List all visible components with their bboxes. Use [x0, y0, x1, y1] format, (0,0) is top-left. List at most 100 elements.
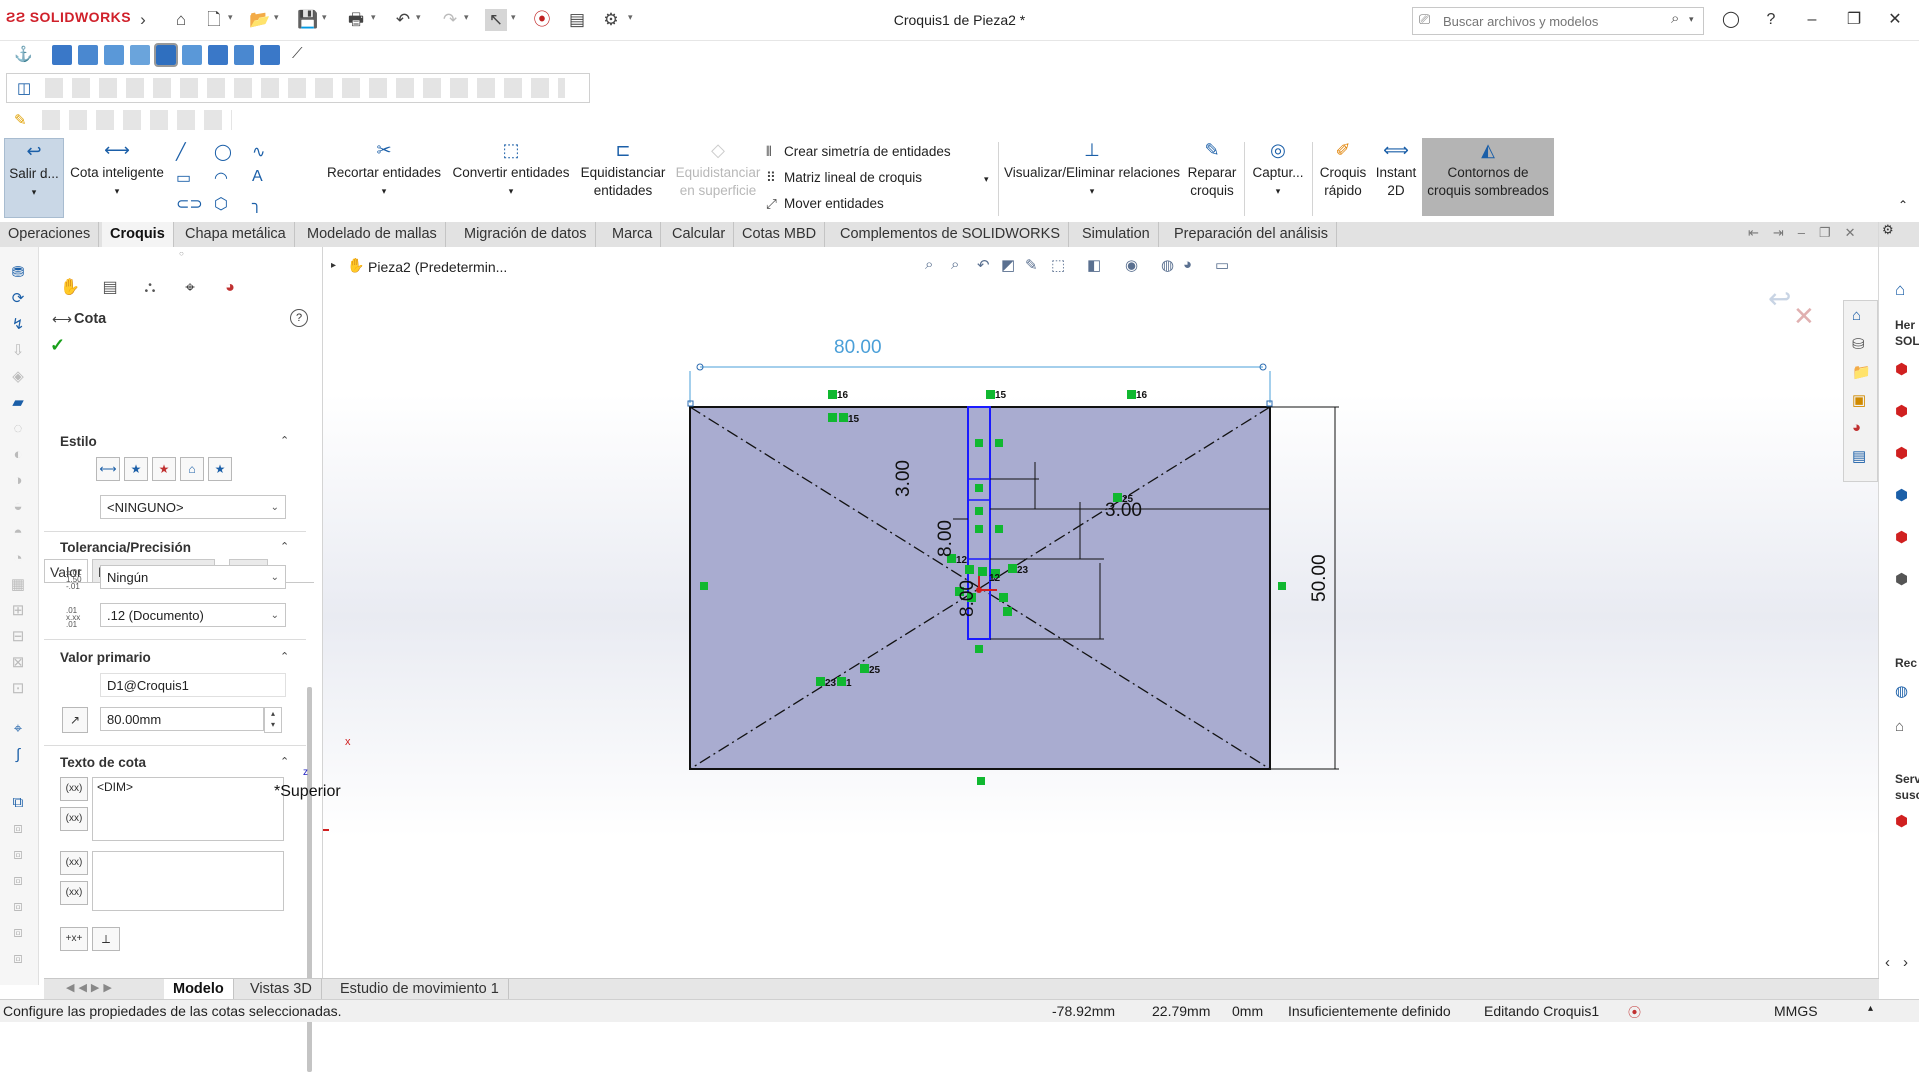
slot-icon[interactable]: ⊂⊃ — [176, 194, 203, 214]
convert-dropdown-icon[interactable]: ▾ — [448, 182, 574, 200]
panel-grip-icon[interactable]: ○ — [179, 249, 184, 258]
shell-icon[interactable]: ⊡ — [7, 679, 29, 699]
reference-geometry-icon[interactable]: ⌖ — [7, 719, 29, 739]
select-dropdown-icon[interactable]: ▾ — [511, 12, 516, 23]
tab-migracion-datos[interactable]: Migración de datos — [456, 222, 596, 247]
dimxpert-icon[interactable]: ⌖ — [174, 277, 206, 301]
tolerance-collapse-icon[interactable]: ⌃ — [280, 540, 289, 553]
file-explorer-icon[interactable]: 📁 — [1852, 363, 1871, 381]
tab-vistas-3d[interactable]: Vistas 3D — [241, 979, 322, 1000]
search-dropdown-icon[interactable]: ▾ — [1689, 14, 1694, 25]
subscription-icon[interactable]: ⬢ — [1895, 812, 1908, 830]
wrap-icon[interactable]: ⊟ — [7, 627, 29, 647]
help-icon[interactable]: ? — [1756, 8, 1786, 32]
search-icon[interactable]: ⌕ — [1671, 10, 1679, 27]
linear-pattern-button[interactable]: ⠿ Matriz lineal de croquis — [766, 170, 922, 186]
extra-tool-2-icon[interactable]: ⧈ — [7, 845, 29, 865]
smart-dimension-button[interactable]: ⟷ Cota inteligente ▾ — [66, 138, 168, 200]
panel-next-icon[interactable]: › — [1903, 954, 1908, 971]
polygon-icon[interactable]: ⬡ — [214, 194, 228, 214]
capture-dropdown-icon[interactable]: ▾ — [1248, 182, 1308, 200]
text-icon[interactable]: A — [252, 168, 263, 186]
file-properties-icon[interactable]: ▤ — [566, 9, 588, 31]
trim-entities-button[interactable]: ✂ Recortar entidades ▾ — [320, 138, 448, 200]
extruded-cut-icon[interactable]: ▰ — [7, 393, 29, 413]
left-view-icon[interactable] — [104, 45, 124, 65]
dimension-name-field[interactable]: D1@Croquis1 — [100, 673, 286, 697]
extra-tool-5-icon[interactable]: ⧈ — [7, 923, 29, 943]
resource-6-icon[interactable]: ⬢ — [1895, 570, 1908, 588]
undo-dropdown-icon[interactable]: ▾ — [416, 12, 421, 23]
offset-surface-button[interactable]: ◇ Equidistanciar en superficie — [672, 138, 764, 200]
extrude-icon[interactable]: ⛃ — [7, 263, 29, 283]
new-document-icon[interactable]: 🗋 — [203, 9, 225, 31]
add-style-icon[interactable]: ★ — [124, 457, 148, 481]
graphics-area[interactable]: ▸ ✋ Pieza2 (Predetermin... ⌕ ⌕ ↶ ◩ ✎ ⬚ ◧… — [274, 247, 1878, 985]
load-style-icon[interactable]: ★ — [208, 457, 232, 481]
right-view-icon[interactable] — [130, 45, 150, 65]
dimension-value-field[interactable]: 80.00mm — [100, 707, 264, 731]
instant-2d-button[interactable]: ⟺ Instant 2D — [1372, 138, 1420, 200]
style-collapse-icon[interactable]: ⌃ — [280, 434, 289, 447]
save-icon[interactable]: 💾 — [297, 9, 319, 31]
normal-to-icon[interactable]: ⟋ — [292, 45, 312, 65]
resource-2-icon[interactable]: ⬢ — [1895, 402, 1908, 420]
boss-extrude-icon[interactable]: ◫ — [17, 79, 31, 97]
tolerance-type-select[interactable]: Ningún ⌄ — [100, 565, 286, 589]
boundary-cut-icon[interactable]: ◓ — [7, 523, 29, 543]
justify-icon[interactable]: +x+ — [60, 927, 88, 951]
save-dropdown-icon[interactable]: ▾ — [322, 12, 327, 23]
line-icon[interactable]: ╱ — [176, 142, 186, 162]
tab-modelado-mallas[interactable]: Modelado de mallas — [299, 222, 446, 247]
sketch-tools-icon[interactable]: ✎ — [14, 111, 27, 129]
rebuild-icon[interactable]: ⦿ — [531, 9, 553, 31]
tab-chapa-metalica[interactable]: Chapa metálica — [177, 222, 295, 247]
apply-default-style-icon[interactable]: ⟷ — [96, 457, 120, 481]
user-account-icon[interactable]: ◯ — [1716, 8, 1746, 32]
select-pointer-icon[interactable]: ↖ — [485, 9, 507, 31]
draft-icon[interactable]: ⊠ — [7, 653, 29, 673]
community-icon[interactable]: ⌂ — [1895, 718, 1904, 735]
extra-tool-6-icon[interactable]: ⧈ — [7, 949, 29, 969]
dim-text-collapse-icon[interactable]: ⌃ — [280, 755, 289, 768]
redo-dropdown-icon[interactable]: ▾ — [464, 12, 469, 23]
value-spinner[interactable]: ▴ ▾ — [264, 707, 282, 733]
hole-icon[interactable]: ◌ — [7, 419, 29, 439]
tab-croquis[interactable]: Croquis — [102, 222, 174, 247]
rib-icon[interactable]: ⊞ — [7, 601, 29, 621]
new-dropdown-icon[interactable]: ▾ — [228, 12, 233, 23]
instant3d-icon[interactable]: ⧉ — [7, 793, 29, 813]
restore-icon[interactable]: ❐ — [1839, 8, 1869, 32]
bottom-view-icon[interactable] — [182, 45, 202, 65]
resource-1-icon[interactable]: ⬢ — [1895, 360, 1908, 378]
tab-scroll-icons[interactable]: ◀◀▶▶ — [66, 981, 116, 994]
options-dropdown-icon[interactable]: ▾ — [628, 12, 633, 23]
home-icon[interactable]: ⌂ — [170, 9, 192, 31]
panel-prev-icon[interactable]: ‹ — [1885, 954, 1890, 971]
options-gear-icon[interactable]: ⚙ — [600, 9, 622, 31]
search-box[interactable]: ⎚ ⌕ ▾ — [1412, 7, 1704, 35]
configuration-manager-icon[interactable]: ⛬ — [134, 277, 166, 301]
text-option-1-icon[interactable]: (xx) — [60, 851, 88, 875]
delete-style-icon[interactable]: ★ — [152, 457, 176, 481]
feature-manager-icon[interactable]: ✋ — [54, 277, 86, 301]
quick-sketch-button[interactable]: ✐ Croquis rápido — [1316, 138, 1370, 200]
document-window-controls[interactable]: ⇤⇥–❐✕ — [1748, 225, 1870, 241]
open-dropdown-icon[interactable]: ▾ — [274, 12, 279, 23]
circle-icon[interactable]: ◯ — [214, 142, 232, 162]
style-select[interactable]: <NINGUNO> ⌄ — [100, 495, 286, 519]
exit-sketch-button[interactable]: ↩ Salir d... ▾ — [4, 138, 64, 218]
dim-text-below-field[interactable] — [92, 851, 284, 911]
add-parentheses-icon[interactable]: (xx) — [60, 777, 88, 801]
convert-entities-button[interactable]: ⬚ Convertir entidades ▾ — [448, 138, 574, 200]
extra-tool-4-icon[interactable]: ⧈ — [7, 897, 29, 917]
resource-5-icon[interactable]: ⬢ — [1895, 528, 1908, 546]
rebuild-status-icon[interactable]: ⦿ — [1628, 1002, 1641, 1021]
resource-4-icon[interactable]: ⬢ — [1895, 486, 1908, 504]
boundary-icon[interactable]: ◈ — [7, 367, 29, 387]
open-folder-icon[interactable]: 📂 — [249, 9, 271, 31]
search-input[interactable] — [1441, 11, 1665, 31]
tab-estudio-movimiento[interactable]: Estudio de movimiento 1 — [331, 979, 509, 1000]
resource-3-icon[interactable]: ⬢ — [1895, 444, 1908, 462]
reverse-direction-icon[interactable]: ↗ — [62, 707, 88, 733]
